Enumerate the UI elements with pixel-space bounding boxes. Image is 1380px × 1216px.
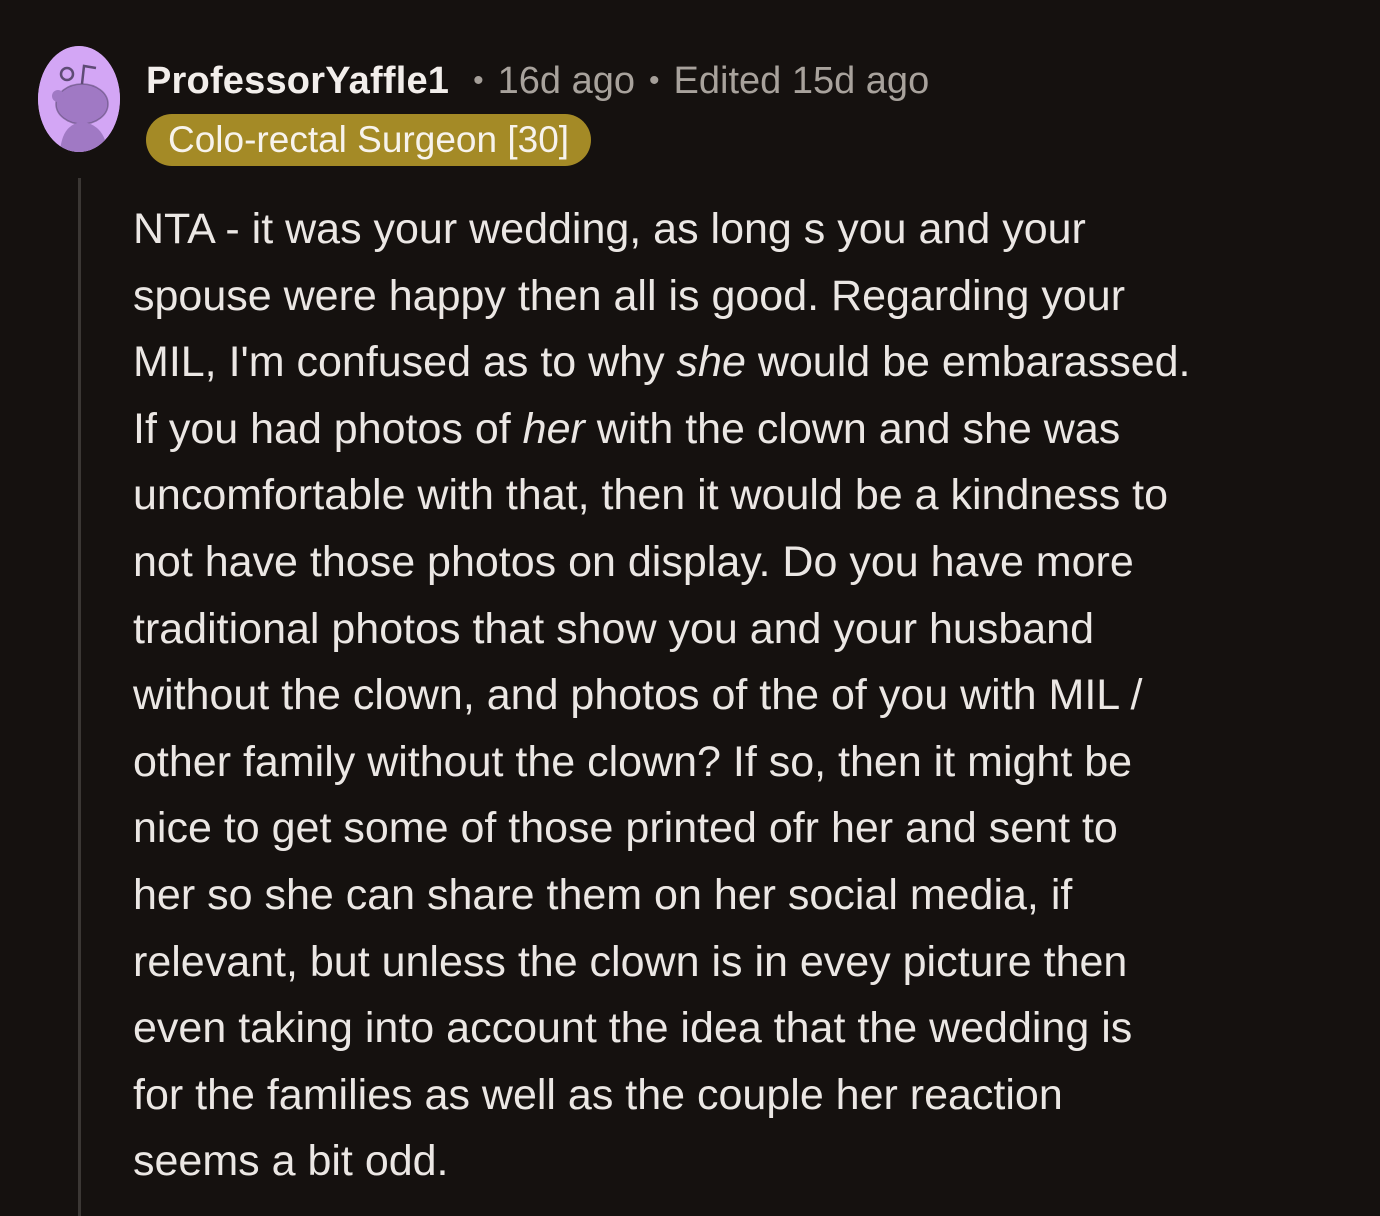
username-link[interactable]: ProfessorYaffle1 <box>146 60 449 103</box>
comment-body-line: If you had photos of her with the clown … <box>133 396 1353 463</box>
comment-body-line: traditional photos that show you and you… <box>133 604 1094 653</box>
comment-body-line: for the families as well as the couple h… <box>133 1070 1063 1119</box>
avatar[interactable] <box>38 46 120 152</box>
snoo-avatar-icon <box>38 46 120 152</box>
comment-body-line: even taking into account the idea that t… <box>133 1004 1133 1053</box>
separator-dot: • <box>473 64 484 97</box>
body-text-segment: would be embarassed. <box>745 338 1191 387</box>
body-text-segment: MIL, I'm confused as to why <box>133 338 677 387</box>
comment-body-line: uncomfortable with that, then it would b… <box>133 471 1169 520</box>
comment: ProfessorYaffle1 • 16d ago • Edited 15d … <box>0 0 1380 1216</box>
user-flair-badge: Colo-rectal Surgeon [30] <box>146 114 592 166</box>
comment-body-line: seems a bit odd. <box>133 1137 449 1186</box>
body-text-segment: If you had photos of <box>133 404 523 453</box>
comment-body-line: NTA - it was your wedding, as long s you… <box>133 205 1086 253</box>
emphasis-text: she <box>676 338 746 387</box>
edited-timestamp: Edited 15d ago <box>673 59 930 102</box>
comment-body-line: MIL, I'm confused as to why she would be… <box>133 329 1353 396</box>
body-text-segment: with the clown and she was <box>584 404 1121 453</box>
comment-header: ProfessorYaffle1 • 16d ago • Edited 15d … <box>146 56 929 106</box>
comment-body-line: other family without the clown? If so, t… <box>133 737 1133 786</box>
separator-dot: • <box>649 64 660 97</box>
comment-body-line: relevant, but unless the clown is in eve… <box>133 937 1128 986</box>
comment-body: NTA - it was your wedding, as long s you… <box>133 196 1353 1195</box>
comment-body-line: her so she can share them on her social … <box>133 870 1073 919</box>
post-timestamp[interactable]: 16d ago <box>498 60 635 103</box>
comment-body-line: without the clown, and photos of the of … <box>133 671 1143 720</box>
thread-line[interactable] <box>78 178 81 1216</box>
comment-body-line: not have those photos on display. Do you… <box>133 537 1134 586</box>
emphasis-text: her <box>522 404 585 453</box>
comment-body-line: nice to get some of those printed ofr he… <box>133 804 1118 853</box>
comment-body-line: spouse were happy then all is good. Rega… <box>133 271 1126 320</box>
